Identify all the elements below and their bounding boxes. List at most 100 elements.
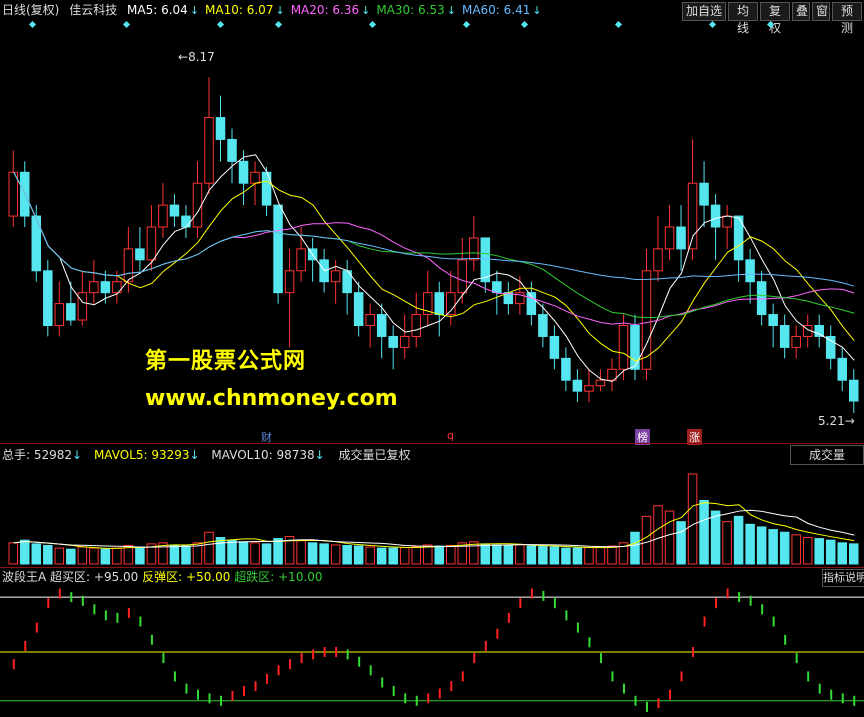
volume-bar bbox=[595, 546, 606, 565]
toolbar-button[interactable]: 均线 bbox=[728, 2, 758, 35]
separator-indicator bbox=[0, 567, 864, 568]
ma-legend-item: MA20: 6.36 bbox=[290, 3, 360, 17]
candle-body bbox=[250, 171, 260, 184]
candle-body bbox=[848, 379, 859, 402]
volume-bar bbox=[89, 547, 99, 565]
toolbar-button[interactable]: 叠 bbox=[792, 2, 810, 21]
candle-body bbox=[330, 270, 341, 283]
candle-body bbox=[768, 314, 778, 326]
candle-body bbox=[538, 314, 548, 337]
signal-diamond-icon bbox=[28, 20, 37, 29]
watermark-title: 第一股票公式网 bbox=[145, 349, 307, 374]
volume-bar bbox=[399, 547, 410, 565]
volume-bar bbox=[791, 534, 801, 565]
volume-tab[interactable]: 成交量 bbox=[790, 445, 864, 465]
candle-body bbox=[584, 385, 594, 392]
candle-body bbox=[457, 259, 468, 294]
volume-bar bbox=[768, 529, 778, 565]
volume-total: 总手: 52982 bbox=[2, 448, 73, 462]
volume-bar bbox=[733, 515, 744, 565]
candle-body bbox=[664, 226, 675, 250]
toolbar-button[interactable]: 复权 bbox=[760, 2, 790, 35]
candle-body bbox=[710, 204, 721, 228]
candle-body bbox=[825, 335, 836, 359]
candle-body bbox=[192, 182, 203, 228]
candle-body bbox=[273, 204, 283, 294]
volume-bar bbox=[469, 541, 479, 565]
candle-body bbox=[480, 237, 491, 283]
volume-bar bbox=[538, 546, 548, 565]
candle-body bbox=[630, 325, 640, 370]
volume-bar bbox=[549, 546, 560, 565]
candle-body bbox=[100, 281, 111, 294]
signal-diamond-icon bbox=[368, 20, 377, 29]
candle-body bbox=[43, 270, 53, 326]
period-label[interactable]: 日线(复权) bbox=[2, 3, 59, 17]
toolbar-button[interactable]: 预测 bbox=[832, 2, 862, 35]
volume-bar bbox=[169, 544, 180, 565]
indicator-name: 波段王A bbox=[2, 570, 47, 584]
candle-body bbox=[261, 171, 272, 206]
indicator-chart[interactable] bbox=[0, 587, 864, 717]
indicator-rebound: 反弹区: +50.00 bbox=[142, 570, 231, 584]
toolbar-button[interactable]: 窗 bbox=[812, 2, 830, 21]
candle-body bbox=[561, 357, 571, 381]
candle-body bbox=[814, 325, 824, 337]
volume-bar bbox=[342, 544, 352, 565]
candle-body bbox=[469, 237, 479, 261]
volume-bar bbox=[837, 542, 847, 565]
indicator-header: 波段王A 超买区: +95.00 反弹区: +50.00 超跌区: +10.00 bbox=[0, 569, 864, 585]
volume-bar bbox=[43, 544, 53, 565]
volume-bar bbox=[434, 545, 445, 565]
volume-bar bbox=[710, 510, 721, 565]
volume-bar bbox=[54, 547, 65, 565]
volume-bar bbox=[664, 510, 675, 565]
volume-bar bbox=[480, 543, 491, 565]
down-arrow-icon: ↓ bbox=[532, 4, 542, 17]
candle-body bbox=[181, 215, 191, 228]
volume-chart[interactable] bbox=[0, 466, 864, 566]
volume-bar bbox=[181, 545, 191, 565]
volume-bar bbox=[20, 539, 30, 565]
volume-bar bbox=[135, 546, 145, 565]
signal-diamond-icon bbox=[614, 20, 623, 29]
candle-body bbox=[146, 226, 157, 261]
event-tag[interactable]: q bbox=[445, 429, 456, 442]
candle-body bbox=[779, 325, 790, 348]
candle-body bbox=[77, 292, 88, 321]
candle-body bbox=[227, 138, 237, 162]
candle-body bbox=[572, 379, 583, 392]
watermark-url: www.chnmoney.com bbox=[145, 386, 398, 411]
candle-body bbox=[296, 248, 306, 272]
signal-diamond-icon bbox=[462, 20, 471, 29]
toolbar-button[interactable]: 加自选 bbox=[682, 2, 726, 21]
ma-legend-item: MA10: 6.07 bbox=[205, 3, 274, 17]
price-chart[interactable] bbox=[0, 20, 864, 444]
volume-bar bbox=[825, 539, 836, 565]
ma-legend-item: MA5: 6.04 bbox=[127, 3, 188, 17]
volume-bar bbox=[376, 547, 387, 565]
candle-body bbox=[169, 204, 180, 217]
candle-body bbox=[791, 335, 801, 348]
volume-bar bbox=[687, 473, 698, 565]
volume-note: 成交量已复权 bbox=[338, 448, 411, 462]
candle-body bbox=[434, 292, 445, 316]
volume-bar bbox=[756, 526, 767, 565]
candle-body bbox=[756, 281, 767, 316]
signal-diamond-icon bbox=[520, 20, 529, 29]
candle-body bbox=[653, 248, 663, 272]
volume-bar bbox=[492, 544, 502, 565]
volume-bar bbox=[584, 547, 594, 565]
candle-body bbox=[837, 357, 847, 381]
candle-body bbox=[353, 292, 364, 326]
volume-bar bbox=[607, 545, 617, 565]
down-arrow-icon: ↓ bbox=[275, 4, 285, 17]
indicator-help-tab[interactable]: 指标说明 bbox=[822, 569, 864, 587]
volume-mavol10: MAVOL10: 98738 bbox=[211, 448, 315, 462]
volume-bar bbox=[353, 545, 364, 565]
volume-bar bbox=[204, 531, 214, 565]
candle-body bbox=[238, 160, 249, 184]
volume-bar bbox=[296, 540, 306, 565]
candle-body bbox=[89, 281, 99, 294]
volume-bar bbox=[330, 544, 341, 565]
